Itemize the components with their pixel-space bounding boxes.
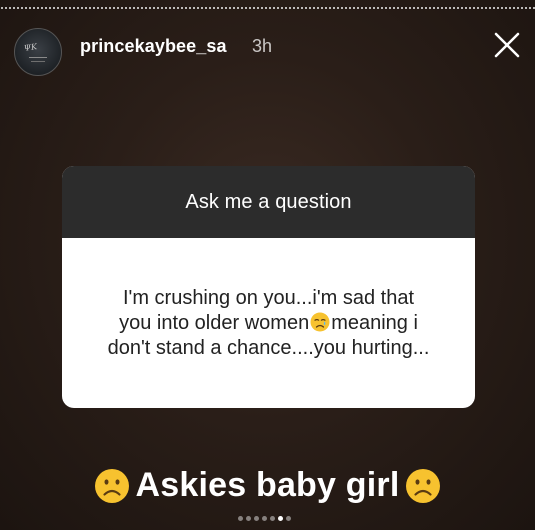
username[interactable]: princekaybee_sa xyxy=(80,36,227,57)
close-icon xyxy=(494,32,520,58)
caption-text: Askies baby girl xyxy=(135,466,400,504)
question-line: I'm crushing on you...i'm sad that xyxy=(122,286,415,309)
question-sticker-header: Ask me a question xyxy=(62,166,475,238)
question-line: don't stand a chance....you hurting... xyxy=(107,336,430,359)
question-sticker-title: Ask me a question xyxy=(185,190,352,213)
question-sticker: Ask me a question I'm crushing on you...… xyxy=(62,166,475,408)
timestamp: 3h xyxy=(252,36,273,56)
pagination-dot xyxy=(246,516,251,521)
pagination-dot xyxy=(278,516,283,521)
question-sticker-body: I'm crushing on you...i'm sad that you i… xyxy=(62,238,475,408)
frowning-face-icon xyxy=(406,468,441,503)
close-button[interactable] xyxy=(492,30,522,60)
question-line-part: you into older women xyxy=(119,311,310,334)
avatar-decoration xyxy=(31,61,45,62)
frowning-face-icon xyxy=(94,468,129,503)
pagination-dot xyxy=(254,516,259,521)
story-caption: Askies baby girl xyxy=(0,466,535,505)
pagination-dot xyxy=(262,516,267,521)
avatar[interactable]: ΨΚ xyxy=(14,28,62,76)
story-pagination xyxy=(238,516,291,521)
pagination-dot xyxy=(270,516,275,521)
question-line: you into older women meaning i xyxy=(108,311,430,336)
avatar-decoration xyxy=(29,57,47,58)
pagination-dot xyxy=(286,516,291,521)
story-progress-bar xyxy=(0,7,535,9)
avatar-signature-icon: ΨΚ xyxy=(23,42,38,53)
question-text: I'm crushing on you...i'm sad that you i… xyxy=(108,286,430,361)
crying-face-icon xyxy=(310,312,330,331)
question-line-part: meaning i xyxy=(331,311,418,334)
pagination-dot xyxy=(238,516,243,521)
